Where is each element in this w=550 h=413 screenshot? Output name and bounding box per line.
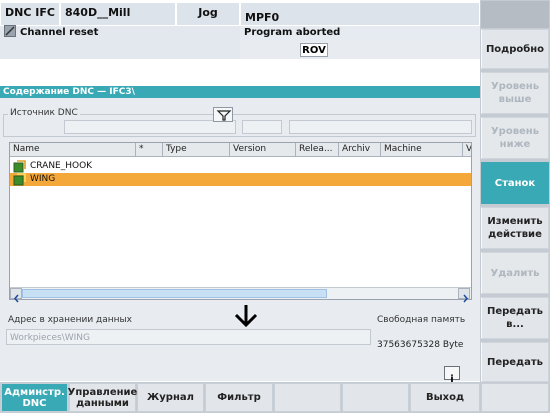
delete-button[interactable]: Удалить (481, 252, 549, 294)
dnc-source-field-3[interactable] (289, 120, 472, 134)
column-machine[interactable]: Machine (381, 143, 463, 156)
transfer-button[interactable]: Передать (481, 342, 549, 382)
panel-title: Содержание DNC — IFC3\ (3, 87, 135, 97)
table-row-selected[interactable]: WING (10, 173, 471, 186)
level-down-button[interactable]: Уровень ниже (481, 117, 549, 159)
program-name: MPF0 (240, 2, 480, 26)
header-filler (0, 41, 240, 59)
storage-label: Адрес в хранении данных (8, 315, 132, 325)
storage-field[interactable]: Workpieces\WING (6, 329, 371, 345)
softkey-panel-top (481, 1, 549, 28)
header-filler-right (240, 41, 480, 59)
chevron-right-icon (463, 294, 468, 303)
dnc-source-field-2[interactable] (242, 120, 282, 134)
empty-softkey-6[interactable] (342, 383, 409, 412)
transfer-to-button[interactable]: Передать в... (481, 297, 549, 339)
channel-status: Channel reset (0, 25, 240, 41)
dnc-panel: Содержание DNC — IFC3\ Источник DNC Name… (0, 86, 480, 385)
arrow-down-icon (234, 305, 258, 328)
free-memory-label: Свободная память (377, 315, 466, 325)
machine-name: 840D__Mill (60, 2, 176, 26)
operating-mode: Jog (176, 2, 240, 26)
row-name: WING (30, 174, 56, 184)
scroll-thumb[interactable] (22, 289, 327, 298)
horizontal-scrollbar[interactable] (10, 287, 471, 303)
file-table: Name * Type Version Relea... Archiv Mach… (9, 142, 472, 303)
storage-value: Workpieces\WING (10, 333, 91, 343)
column-release[interactable]: Relea... (296, 143, 339, 156)
log-button[interactable]: Журнал (137, 383, 204, 412)
filter-softkey[interactable]: Фильтр (205, 383, 273, 412)
channel-name: DNC IFC (0, 2, 60, 26)
empty-softkey-5[interactable] (274, 383, 341, 412)
scroll-left-button[interactable] (10, 288, 22, 303)
dnc-source-label: Источник DNC (8, 108, 80, 118)
machine-button[interactable]: Станок (481, 162, 549, 204)
row-name: CRANE_HOOK (30, 161, 93, 171)
column-name[interactable]: Name (10, 143, 136, 156)
rov-indicator: ROV (300, 43, 328, 57)
header: DNC IFC 840D__Mill Jog MPF0 Channel rese… (0, 0, 480, 85)
panel-title-bar: Содержание DNC — IFC3\ (0, 86, 480, 98)
dnc-source-field[interactable] (64, 120, 236, 134)
empty-softkey-8[interactable] (481, 383, 549, 412)
program-status: Program aborted (240, 26, 480, 41)
info-button[interactable]: i (444, 366, 460, 385)
change-action-button[interactable]: Изменить действие (481, 207, 549, 249)
column-v[interactable]: V (463, 143, 471, 156)
column-star[interactable]: * (136, 143, 163, 156)
column-version[interactable]: Version (230, 143, 296, 156)
table-row[interactable]: CRANE_HOOK (10, 160, 471, 173)
channel-status-text: Channel reset (20, 27, 99, 38)
dnc-admin-button[interactable]: Админстр. DNC (1, 383, 68, 412)
details-button[interactable]: Подробно (481, 29, 549, 69)
data-management-button[interactable]: Управление данными (68, 383, 137, 412)
level-up-button[interactable]: Уровень выше (481, 72, 549, 114)
workpiece-icon (13, 173, 26, 186)
column-type[interactable]: Type (163, 143, 230, 156)
filter-icon (216, 110, 232, 121)
exit-button[interactable]: Выход (410, 383, 480, 412)
filter-button[interactable] (213, 107, 233, 122)
column-archive[interactable]: Archiv (339, 143, 381, 156)
scroll-right-button[interactable] (458, 288, 470, 303)
workpiece-icon (13, 160, 26, 173)
channel-state-icon (4, 25, 16, 37)
table-header: Name * Type Version Relea... Archiv Mach… (10, 143, 471, 157)
free-memory-value: 37563675328 Byte (377, 340, 464, 350)
